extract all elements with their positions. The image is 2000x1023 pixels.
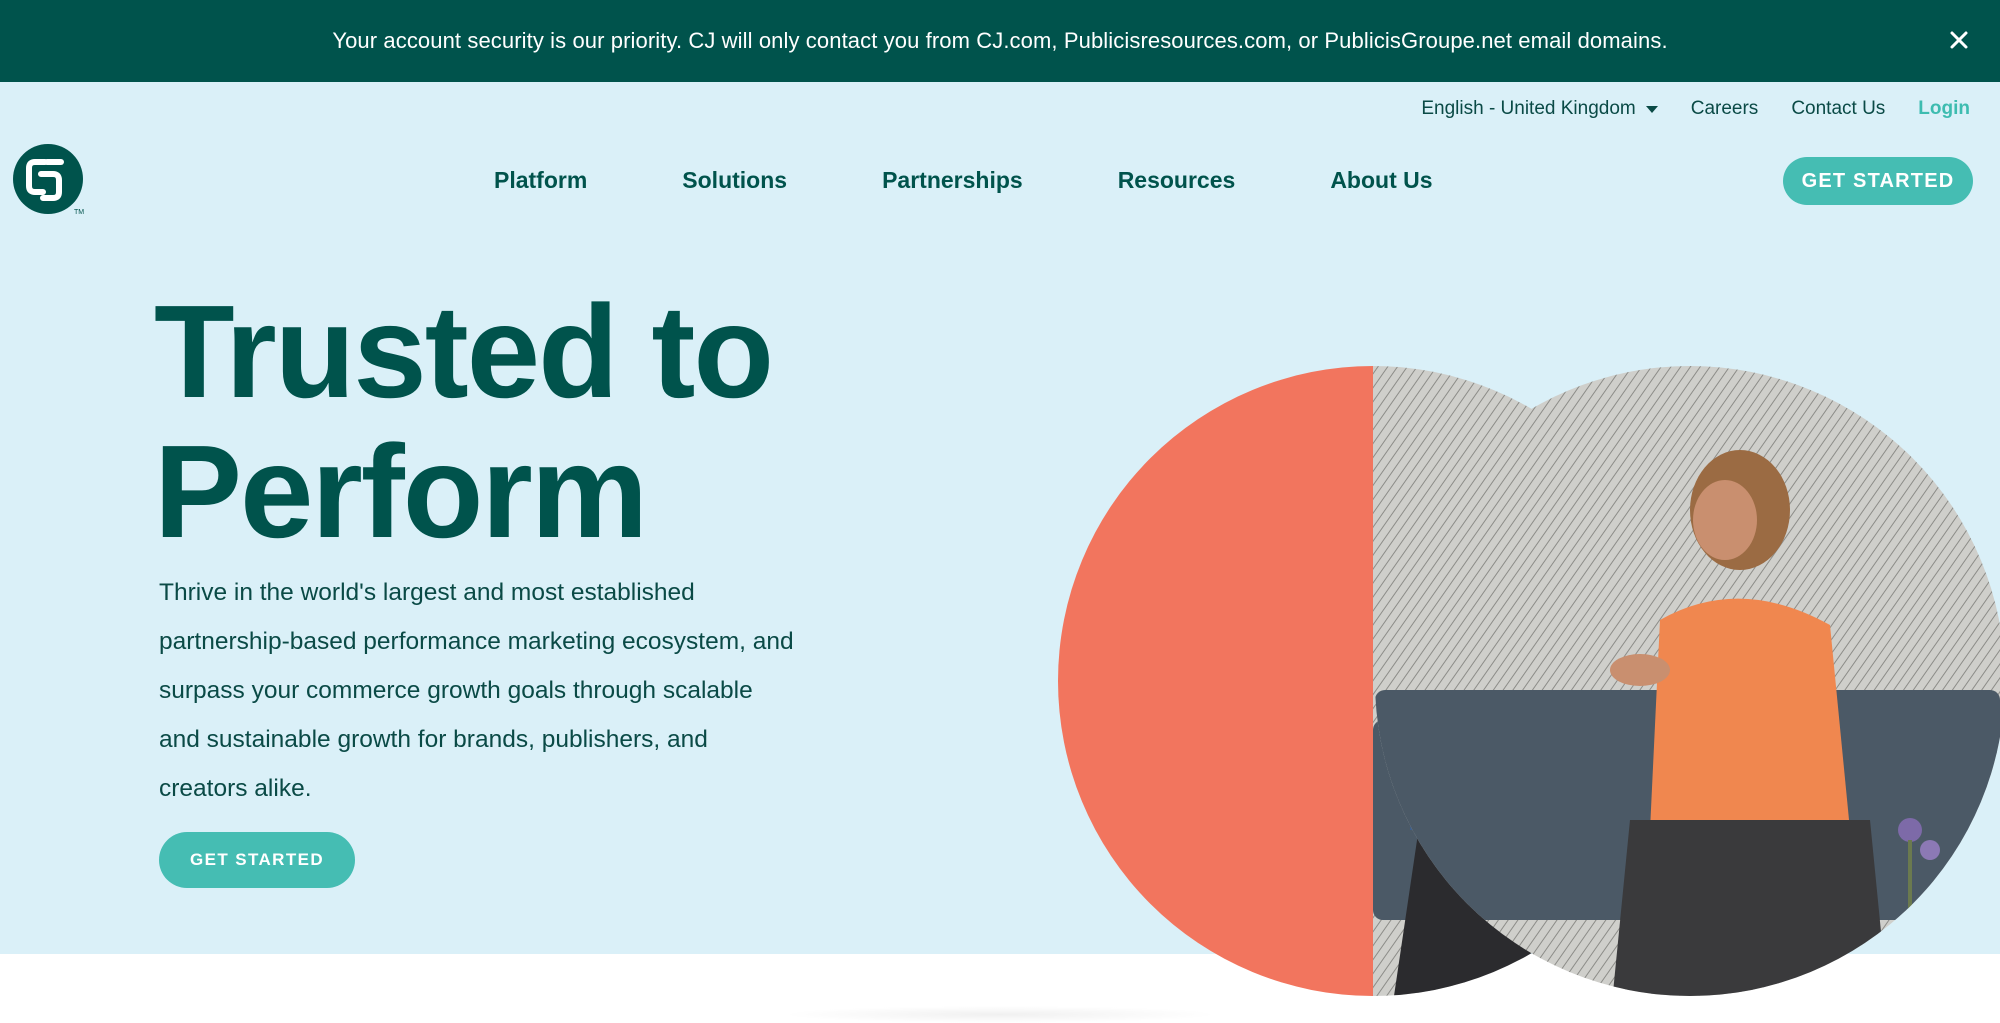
get-started-button-header[interactable]: GET STARTED (1783, 157, 1973, 205)
security-banner-message: Your account security is our priority. C… (332, 28, 1668, 53)
main-nav: Platform Solutions Partnerships Resource… (494, 162, 1433, 198)
careers-link[interactable]: Careers (1691, 98, 1759, 120)
language-selector[interactable]: English - United Kingdom (1421, 98, 1658, 120)
utility-nav: English - United Kingdom Careers Contact… (1421, 96, 1970, 122)
nav-item-platform[interactable]: Platform (494, 167, 587, 194)
hero-description: Thrive in the world's largest and most e… (159, 579, 794, 802)
trademark-label: TM (74, 209, 84, 216)
caret-down-icon (1645, 98, 1658, 120)
get-started-button-hero[interactable]: GET STARTED (159, 832, 355, 888)
hero-title-line-1: Trusted to (154, 278, 774, 425)
close-icon[interactable] (1944, 25, 1974, 55)
nav-item-solutions[interactable]: Solutions (682, 167, 787, 194)
hero-title-line-2: Perform (154, 418, 648, 565)
cj-logo[interactable]: TM (13, 144, 85, 216)
language-label: English - United Kingdom (1421, 98, 1636, 119)
nav-item-partnerships[interactable]: Partnerships (882, 167, 1023, 194)
nav-item-about-us[interactable]: About Us (1330, 167, 1432, 194)
nav-item-resources[interactable]: Resources (1118, 167, 1236, 194)
hero-title: Trusted to Perform (154, 282, 874, 562)
contact-us-link[interactable]: Contact Us (1791, 98, 1885, 120)
login-link[interactable]: Login (1918, 98, 1970, 120)
security-banner: Your account security is our priority. C… (0, 0, 2000, 82)
section-shadow (780, 1006, 1220, 1023)
hero-illustration (1058, 366, 2000, 996)
